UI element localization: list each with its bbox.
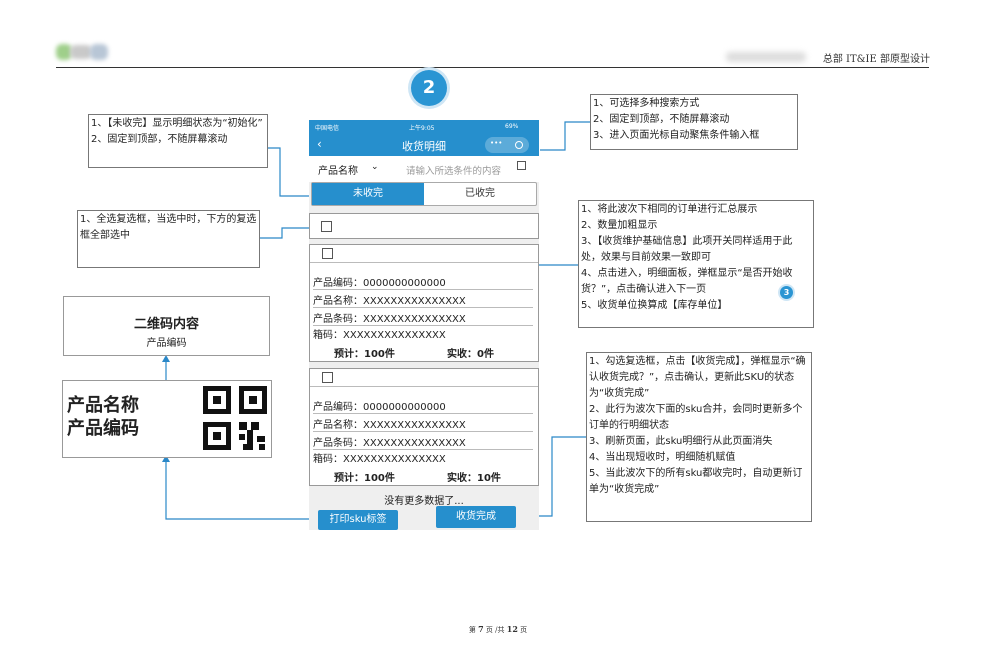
complete-note-line: 3、刷新页面，此sku明细行从此页面消失	[589, 436, 773, 447]
search-note-line: 3、进入页面光标自动聚焦条件输入框	[593, 130, 760, 141]
select-all-note-line: 1、全选复选框，当选中时，下方的复选框全部选中	[80, 214, 257, 241]
item-checkbox[interactable]	[322, 372, 333, 383]
item-expected: 预计：100件	[334, 473, 395, 484]
print-sku-label-button[interactable]: 打印sku标签	[318, 510, 398, 530]
complete-note-line: 2、此行为波次下面的sku合并，会同时更新多个订单的行明细状态	[589, 404, 803, 431]
complete-note-line: 4、当出现短收时，明细随机赋值	[589, 452, 736, 463]
status-battery: 69%	[505, 123, 519, 130]
item-received: 实收：10件	[447, 473, 501, 484]
item-name: 产品名称：XXXXXXXXXXXXXXX	[313, 416, 533, 432]
item-expected: 预计：100件	[334, 349, 395, 360]
item-box: 箱码：XXXXXXXXXXXXXXX	[313, 454, 446, 465]
search-input[interactable]: 请输入所选条件的内容	[406, 163, 501, 177]
tab-unreceived[interactable]: 未收完	[312, 183, 424, 205]
status-time: 上午9:05	[409, 125, 435, 132]
search-note-line: 1、可选择多种搜索方式	[593, 98, 700, 109]
summary-note: 1、将此波次下相同的订单进行汇总展示 2、数量加粗显示 3、【收货维护基础信息】…	[578, 200, 814, 328]
summary-note-line: 2、数量加粗显示	[581, 220, 658, 231]
search-note: 1、可选择多种搜索方式 2、固定到顶部，不随屏幕滚动 3、进入页面光标自动聚焦条…	[590, 94, 798, 150]
select-all-note: 1、全选复选框，当选中时，下方的复选框全部选中	[77, 210, 260, 268]
item-name: 产品名称：XXXXXXXXXXXXXXX	[313, 292, 533, 308]
item-received: 实收：0件	[447, 349, 494, 360]
no-more-data-text: 没有更多数据了...	[384, 496, 464, 507]
complete-note-line: 5、当此波次下的所有sku都收完时，自动更新订单为“收货完成”	[589, 468, 803, 495]
summary-note-line: 3、【收货维护基础信息】此项开关同样适用于此处，效果与目前效果一致即可	[581, 236, 793, 263]
item-barcode: 产品条码：XXXXXXXXXXXXXXX	[313, 434, 533, 450]
item-code: 产品编码：0000000000000	[313, 274, 533, 290]
label-product-code: 产品编码	[67, 418, 139, 439]
tab-note-line: 2、固定到顶部，不随屏幕滚动	[91, 134, 228, 145]
search-note-line: 2、固定到顶部，不随屏幕滚动	[593, 114, 730, 125]
summary-note-line: 4、点击进入，明细面板，弹框显示“是否开始收货？”，点击确认进入下一页	[581, 268, 793, 295]
search-type-select[interactable]: 产品名称	[318, 162, 358, 177]
mini-program-capsule[interactable]: •••	[485, 137, 529, 153]
item-barcode: 产品条码：XXXXXXXXXXXXXXX	[313, 310, 533, 326]
qr-content-sub: 产品编码	[146, 338, 187, 349]
search-row: 产品名称 ⌄ 请输入所选条件的内容	[309, 156, 539, 182]
summary-note-line: 1、将此波次下相同的订单进行汇总展示	[581, 204, 758, 215]
more-icon[interactable]: •••	[490, 139, 502, 147]
tab-note: 1、【未收完】显示明细状态为“初始化” 2、固定到顶部，不随屏幕滚动	[88, 114, 268, 168]
footer-post: 页	[520, 626, 528, 634]
step-badge-2: 2	[411, 70, 447, 106]
item-header	[310, 369, 538, 387]
label-preview: 产品名称 产品编码	[62, 380, 272, 458]
footer-mid: 页 /共	[485, 626, 505, 634]
item-card[interactable]: 产品编码：0000000000000 产品名称：XXXXXXXXXXXXXXX …	[309, 368, 539, 486]
step-badge-3: 3	[780, 286, 793, 299]
receive-status-tabs: 未收完 已收完	[311, 182, 537, 206]
qr-code-icon	[203, 386, 267, 450]
scan-icon[interactable]	[517, 161, 526, 170]
summary-note-line: 5、收货单位换算成【库存单位】	[581, 300, 728, 311]
status-bar: 中国电信 上午9:05 69%	[309, 120, 539, 134]
chevron-down-icon[interactable]: ⌄	[371, 162, 379, 172]
item-code: 产品编码：0000000000000	[313, 398, 533, 414]
complete-receiving-button[interactable]: 收货完成	[436, 506, 516, 528]
item-checkbox[interactable]	[322, 248, 333, 259]
phone-mockup: 中国电信 上午9:05 69% ‹ 收货明细 ••• 产品名称 ⌄ 请输入所选条…	[309, 120, 539, 530]
footer-pre: 第	[468, 626, 476, 634]
footer-total-pages: 12	[506, 624, 518, 634]
select-all-row	[309, 213, 539, 239]
item-card[interactable]: 产品编码：0000000000000 产品名称：XXXXXXXXXXXXXXX …	[309, 244, 539, 362]
item-header	[310, 245, 538, 263]
item-box: 箱码：XXXXXXXXXXXXXXX	[313, 330, 446, 341]
select-all-checkbox[interactable]	[321, 221, 332, 232]
close-circle-icon[interactable]	[515, 141, 523, 149]
page-footer: 第 7 页 /共 12 页	[0, 624, 996, 635]
tab-note-line: 1、【未收完】显示明细状态为“初始化”	[91, 118, 263, 129]
qr-content-box: 二维码内容 产品编码	[63, 296, 270, 356]
footer-page-number: 7	[478, 624, 484, 634]
status-carrier: 中国电信	[315, 125, 340, 132]
complete-note-line: 1、勾选复选框，点击【收货完成】，弹框显示“确认收货完成？”，点击确认，更新此S…	[589, 356, 806, 399]
qr-content-title: 二维码内容	[133, 317, 199, 332]
tab-received[interactable]: 已收完	[424, 183, 536, 205]
complete-note: 1、勾选复选框，点击【收货完成】，弹框显示“确认收货完成？”，点击确认，更新此S…	[586, 352, 812, 522]
